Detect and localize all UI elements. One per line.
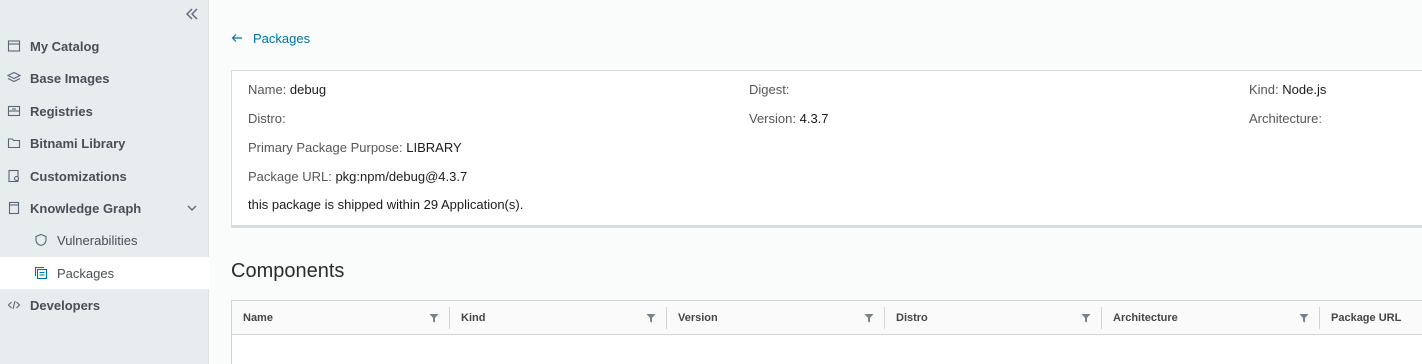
name-field: Name: debug (248, 82, 326, 97)
chevron-down-icon (187, 205, 197, 211)
shield-icon (34, 233, 48, 247)
book-icon (7, 201, 21, 215)
grid-header: Name Kind Version Distro Architecture Pa… (232, 301, 1422, 335)
column-label: Version (678, 312, 718, 324)
purpose-field: Primary Package Purpose: LIBRARY (248, 140, 462, 155)
package-url-value: pkg:npm/debug@4.3.7 (335, 169, 468, 184)
filter-icon[interactable] (1298, 312, 1310, 324)
sidebar-item-customizations[interactable]: Customizations (0, 160, 209, 192)
architecture-field: Architecture: (1249, 111, 1322, 126)
package-url-label: Package URL: (248, 169, 332, 184)
layers-icon (7, 71, 21, 85)
code-icon (7, 298, 21, 312)
main-content: Packages Name: debug Digest: Kind: Node.… (209, 0, 1422, 364)
back-to-packages-link[interactable]: Packages (231, 29, 310, 47)
sidebar-item-label: Bitnami Library (30, 135, 126, 151)
package-details-card: Name: debug Digest: Kind: Node.js Distro… (231, 70, 1422, 228)
name-value: debug (289, 82, 327, 97)
sidebar-item-label: Developers (30, 297, 101, 313)
column-header-distro[interactable]: Distro (885, 301, 1102, 335)
filter-icon[interactable] (1080, 312, 1092, 324)
components-title: Components (231, 260, 345, 282)
sidebar-item-label: Base Images (30, 70, 110, 86)
folder-icon (7, 136, 21, 150)
column-label: Architecture (1113, 312, 1178, 324)
double-chevron-left-icon (186, 8, 198, 20)
column-header-kind[interactable]: Kind (450, 301, 667, 335)
catalog-icon (7, 39, 21, 53)
sidebar-item-label: Customizations (30, 168, 127, 184)
sidebar-item-base-images[interactable]: Base Images (0, 62, 209, 94)
sidebar-item-developers[interactable]: Developers (0, 289, 209, 321)
kind-value: Node.js (1282, 82, 1327, 97)
column-label: Distro (896, 312, 928, 324)
name-label: Name: (248, 82, 287, 97)
distro-field: Distro: (248, 111, 286, 126)
kind-field: Kind: Node.js (1249, 82, 1326, 97)
sidebar-item-label: Vulnerabilities (57, 232, 138, 248)
purpose-label: Primary Package Purpose: (248, 140, 403, 155)
filter-icon[interactable] (863, 312, 875, 324)
sidebar-item-label: My Catalog (30, 38, 100, 54)
sidebar-item-label: Knowledge Graph (30, 200, 142, 216)
column-header-architecture[interactable]: Architecture (1102, 301, 1320, 335)
sidebar-item-packages[interactable]: Packages (0, 257, 209, 289)
sidebar-item-my-catalog[interactable]: My Catalog (0, 30, 209, 62)
packages-icon (34, 266, 48, 280)
version-value: 4.3.7 (799, 111, 829, 126)
purpose-value: LIBRARY (406, 140, 462, 155)
filter-icon[interactable] (645, 312, 657, 324)
column-label: Package URL (1331, 312, 1402, 324)
back-link-label: Packages (253, 30, 311, 46)
column-label: Name (243, 312, 273, 324)
architecture-label: Architecture: (1249, 111, 1322, 126)
sidebar: My Catalog Base Images Registries Bitnam… (0, 0, 209, 364)
column-header-name[interactable]: Name (232, 301, 450, 335)
version-label: Version: (749, 111, 796, 126)
sidebar-item-vulnerabilities[interactable]: Vulnerabilities (0, 224, 209, 256)
package-url-field: Package URL: pkg:npm/debug@4.3.7 (248, 169, 467, 184)
digest-field: Digest: (749, 82, 789, 97)
kind-label: Kind: (1249, 82, 1279, 97)
filter-icon[interactable] (428, 312, 440, 324)
components-grid: Name Kind Version Distro Architecture Pa… (231, 300, 1422, 364)
sidebar-item-label: Packages (57, 265, 115, 281)
version-field: Version: 4.3.7 (749, 111, 829, 126)
shipped-applications-note: this package is shipped within 29 Applic… (248, 197, 524, 212)
sidebar-item-label: Registries (30, 103, 93, 119)
sidebar-item-registries[interactable]: Registries (0, 95, 209, 127)
collapse-sidebar-button[interactable] (182, 4, 202, 24)
digest-label: Digest: (749, 82, 790, 97)
column-header-package-url[interactable]: Package URL (1320, 301, 1422, 335)
column-label: Kind (461, 312, 486, 324)
sidebar-item-bitnami-library[interactable]: Bitnami Library (0, 127, 209, 159)
registry-icon (7, 104, 21, 118)
column-header-version[interactable]: Version (667, 301, 885, 335)
sidebar-item-knowledge-graph[interactable]: Knowledge Graph (0, 192, 209, 224)
customize-icon (7, 169, 21, 183)
arrow-left-icon (231, 34, 242, 42)
distro-label: Distro: (248, 111, 286, 126)
